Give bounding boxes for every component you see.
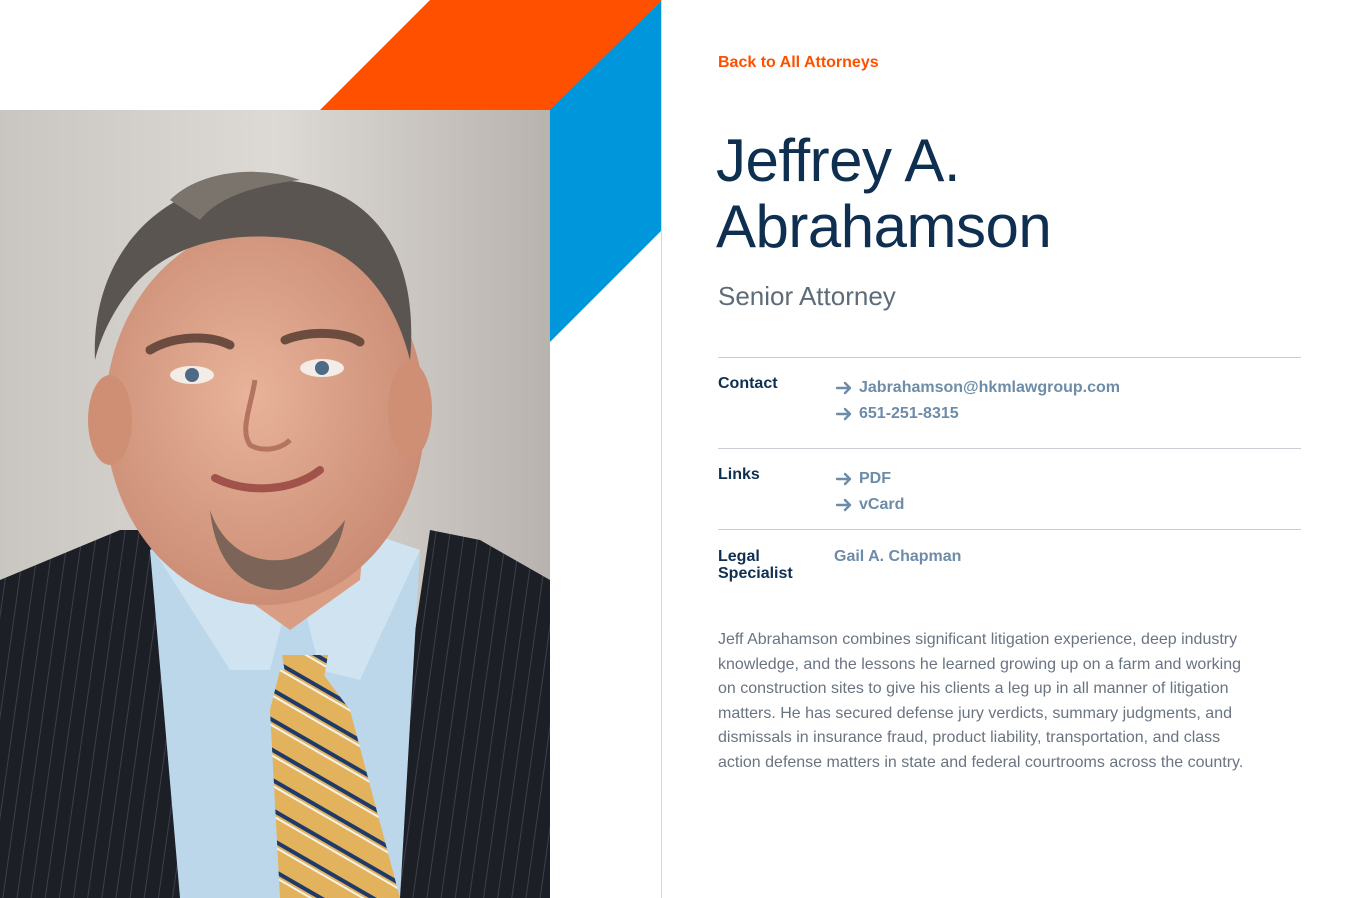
contact-row: Contact Jabrahamson@hkmlawgroup.com 651-… [718, 357, 1301, 448]
links-label: Links [718, 466, 760, 483]
legal-label-line-2: Specialist [718, 565, 793, 582]
legal-specialist-name: Gail A. Chapman [834, 548, 962, 565]
pdf-text: PDF [859, 470, 891, 487]
arrow-right-icon [835, 498, 852, 512]
name-line-2: Abrahamson [716, 193, 1052, 260]
phone-link[interactable]: 651-251-8315 [835, 398, 1120, 430]
attorney-name: Jeffrey A. Abrahamson [716, 128, 1216, 260]
attorney-photo [0, 110, 550, 898]
back-to-attorneys-link[interactable]: Back to All Attorneys [718, 54, 879, 72]
vcard-text: vCard [859, 496, 905, 513]
arrow-right-icon [835, 381, 852, 395]
attorney-bio: Jeff Abrahamson combines significant lit… [718, 631, 1244, 771]
hero-visual [0, 0, 662, 898]
contact-label: Contact [718, 375, 778, 392]
column-divider [661, 0, 662, 898]
arrow-right-icon [835, 472, 852, 486]
name-line-1: Jeffrey A. [716, 127, 961, 194]
links-items: PDF vCard [835, 469, 904, 521]
phone-text: 651-251-8315 [859, 405, 959, 422]
arrow-right-icon [835, 407, 852, 421]
vcard-link[interactable]: vCard [835, 489, 904, 521]
links-row: Links PDF vCard [718, 448, 1301, 529]
info-table: Contact Jabrahamson@hkmlawgroup.com 651-… [718, 357, 1301, 590]
legal-label-line-1: Legal [718, 548, 760, 565]
email-text: Jabrahamson@hkmlawgroup.com [859, 379, 1120, 396]
legal-specialist-label: Legal Specialist [718, 548, 818, 582]
contact-items: Jabrahamson@hkmlawgroup.com 651-251-8315 [835, 378, 1120, 430]
legal-specialist-row: Legal Specialist Gail A. Chapman [718, 529, 1301, 590]
attorney-title: Senior Attorney [718, 281, 896, 311]
